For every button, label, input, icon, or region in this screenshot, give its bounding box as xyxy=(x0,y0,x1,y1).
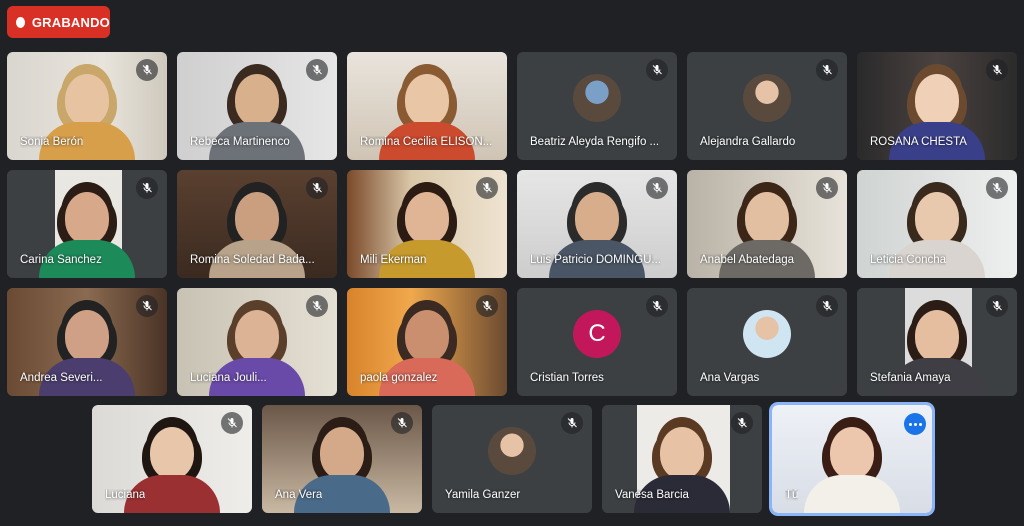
participant-tile[interactable]: Romina Cecilia ELISON... xyxy=(347,52,507,160)
participant-name: Vanesa Barcia xyxy=(615,489,689,501)
participant-name: Luciana xyxy=(105,489,146,501)
participant-avatar xyxy=(743,74,791,123)
participant-tile[interactable]: Luis Patricio DOMINGU... xyxy=(517,170,677,278)
participant-name: Beatriz Aleyda Rengifo ... xyxy=(530,136,660,148)
participant-name: Andrea Severi... xyxy=(20,372,103,384)
participant-tile[interactable]: paola gonzalez xyxy=(347,288,507,396)
participant-name: Yamila Ganzer xyxy=(445,489,521,501)
participant-avatar xyxy=(743,310,791,359)
mic-off-icon xyxy=(816,295,838,317)
participant-name: Carina Sanchez xyxy=(20,254,102,266)
participant-name: Anabel Abatedaga xyxy=(700,254,795,266)
participant-tile[interactable]: Mili Ekerman xyxy=(347,170,507,278)
participant-name: Ana Vargas xyxy=(700,372,760,384)
participant-tile[interactable]: C Cristian Torres xyxy=(517,288,677,396)
participant-tile[interactable]: Tú xyxy=(772,405,932,513)
participant-avatar xyxy=(488,427,536,476)
participant-tile[interactable]: Yamila Ganzer xyxy=(432,405,592,513)
mic-off-icon xyxy=(306,295,328,317)
more-options-button[interactable] xyxy=(904,413,926,435)
participant-tile[interactable]: Luciana Jouli... xyxy=(177,288,337,396)
participant-tile[interactable]: Ana Vargas xyxy=(687,288,847,396)
participant-tile[interactable]: Andrea Severi... xyxy=(7,288,167,396)
mic-off-icon xyxy=(391,412,413,434)
mic-off-icon xyxy=(731,412,753,434)
participant-name: Romina Soledad Bada... xyxy=(190,254,315,266)
participant-tile[interactable]: Beatriz Aleyda Rengifo ... xyxy=(517,52,677,160)
mic-off-icon xyxy=(816,177,838,199)
mic-off-icon xyxy=(986,59,1008,81)
participant-tile[interactable]: Ana Vera xyxy=(262,405,422,513)
participant-tile[interactable]: Leticia Concha xyxy=(857,170,1017,278)
mic-off-icon xyxy=(646,177,668,199)
mic-off-icon xyxy=(136,295,158,317)
participant-tile[interactable]: Alejandra Gallardo xyxy=(687,52,847,160)
participant-name: Rebeca Martinenco xyxy=(190,136,290,148)
participant-initial-avatar: C xyxy=(573,310,621,359)
mic-off-icon xyxy=(816,59,838,81)
mic-off-icon xyxy=(646,295,668,317)
participant-name: Luciana Jouli... xyxy=(190,372,267,384)
participant-tile[interactable]: Anabel Abatedaga xyxy=(687,170,847,278)
mic-off-icon xyxy=(476,295,498,317)
mic-off-icon xyxy=(646,59,668,81)
participant-name: Mili Ekerman xyxy=(360,254,427,266)
participant-name: Tú xyxy=(785,489,799,501)
participant-name: Leticia Concha xyxy=(870,254,947,266)
participant-tile[interactable]: Rebeca Martinenco xyxy=(177,52,337,160)
participant-name: Alejandra Gallardo xyxy=(700,136,796,148)
participant-name: Stefania Amaya xyxy=(870,372,951,384)
participant-figure xyxy=(804,427,900,513)
mic-off-icon xyxy=(986,177,1008,199)
participant-name: Romina Cecilia ELISON... xyxy=(360,136,493,148)
mic-off-icon xyxy=(306,177,328,199)
mic-off-icon xyxy=(136,59,158,81)
mic-off-icon xyxy=(136,177,158,199)
participant-tile[interactable]: Carina Sanchez xyxy=(7,170,167,278)
participant-tile[interactable]: Sonia Berón xyxy=(7,52,167,160)
participant-tile[interactable]: Stefania Amaya xyxy=(857,288,1017,396)
participant-name: Luis Patricio DOMINGU... xyxy=(530,254,661,266)
participant-name: Sonia Berón xyxy=(20,136,84,148)
participant-grid: Sonia Berón Rebeca Martinenco Romina Cecil… xyxy=(0,0,1024,526)
participant-tile[interactable]: ROSANA CHESTA xyxy=(857,52,1017,160)
participant-name: Cristian Torres xyxy=(530,372,604,384)
mic-off-icon xyxy=(306,59,328,81)
mic-off-icon xyxy=(221,412,243,434)
participant-tile[interactable]: Luciana xyxy=(92,405,252,513)
participant-tile[interactable]: Romina Soledad Bada... xyxy=(177,170,337,278)
participant-avatar xyxy=(573,74,621,123)
mic-off-icon xyxy=(986,295,1008,317)
mic-off-icon xyxy=(476,177,498,199)
participant-name: ROSANA CHESTA xyxy=(870,136,967,148)
participant-name: Ana Vera xyxy=(275,489,323,501)
mic-off-icon xyxy=(561,412,583,434)
participant-tile[interactable]: Vanesa Barcia xyxy=(602,405,762,513)
participant-name: paola gonzalez xyxy=(360,372,438,384)
